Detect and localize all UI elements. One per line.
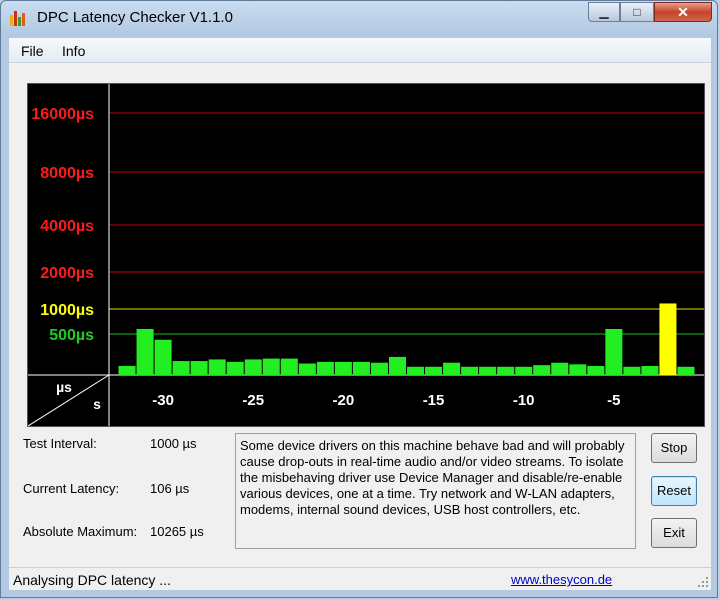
x-tick-label: -20 (333, 392, 355, 409)
latency-bar (497, 366, 515, 375)
latency-bar (352, 361, 370, 375)
menu-bar: File Info (9, 38, 711, 63)
latency-bar (479, 366, 497, 375)
x-tick-label: -10 (513, 392, 535, 409)
maximize-icon: □ (633, 5, 641, 19)
latency-bar (388, 356, 406, 375)
latency-bar (298, 363, 316, 375)
corner-label-s: s (93, 396, 101, 412)
minimize-button[interactable]: ▁ (588, 2, 620, 22)
resize-grip-icon[interactable] (697, 576, 709, 588)
title-bar[interactable]: DPC Latency Checker V1.1.0 ▁ □ ✕ (1, 1, 719, 35)
website-link[interactable]: www.thesycon.de (511, 572, 612, 587)
latency-bar (515, 366, 533, 375)
latency-bar (443, 362, 461, 375)
y-tick-label: 1000µs (40, 302, 94, 319)
y-tick-label: 16000µs (31, 106, 94, 123)
corner-label-us: µs (56, 379, 72, 395)
latency-bar (226, 361, 244, 375)
latency-bar (659, 303, 677, 375)
maximize-button[interactable]: □ (620, 2, 654, 22)
current-latency-label: Current Latency: (23, 481, 120, 496)
close-icon: ✕ (677, 4, 689, 20)
latency-bar (587, 365, 605, 375)
latency-bar (425, 366, 443, 375)
y-tick-label: 500µs (49, 327, 94, 344)
y-tick-label: 4000µs (40, 218, 94, 235)
latency-bar (569, 364, 587, 375)
info-message: Some device drivers on this machine beha… (235, 433, 636, 549)
latency-bar (172, 361, 190, 375)
latency-bar (262, 358, 280, 375)
latency-bar (623, 366, 641, 375)
x-tick-label: -15 (423, 392, 445, 409)
app-window: DPC Latency Checker V1.1.0 ▁ □ ✕ File In… (0, 0, 718, 598)
latency-chart: 16000µs 8000µs 4000µs 2000µs 1000µs 500µs µs s -… (27, 83, 705, 427)
latency-bar (316, 361, 334, 375)
reset-button[interactable]: Reset (651, 476, 697, 506)
message-line: the misbehaving driver use Device Manage… (240, 470, 623, 485)
menu-file[interactable]: File (21, 43, 44, 59)
latency-chart-svg: 16000µs 8000µs 4000µs 2000µs 1000µs 500µs µs s -… (27, 84, 704, 427)
test-interval-label: Test Interval: (23, 436, 97, 451)
latency-bar (677, 366, 695, 375)
window-title: DPC Latency Checker V1.1.0 (37, 9, 233, 26)
current-latency-value: 106 µs (150, 481, 190, 496)
latency-bar (461, 366, 479, 375)
x-tick-label: -5 (607, 392, 620, 409)
latency-bar (334, 361, 352, 375)
latency-bar (136, 329, 154, 375)
message-line: modems, internal sound devices, USB host… (240, 502, 581, 517)
status-bar: Analysing DPC latency ... www.thesycon.d… (9, 567, 711, 590)
latency-bar (407, 366, 425, 375)
close-button[interactable]: ✕ (654, 2, 712, 22)
y-tick-label: 2000µs (40, 265, 94, 282)
main-panel: 16000µs 8000µs 4000µs 2000µs 1000µs 500µs µs s -… (9, 63, 711, 590)
latency-bar (551, 362, 569, 375)
latency-bar (280, 358, 298, 375)
x-tick-label: -30 (152, 392, 174, 409)
absolute-maximum-value: 10265 µs (150, 524, 204, 539)
latency-bar (154, 339, 172, 375)
latency-bar (533, 365, 551, 375)
y-tick-label: 8000µs (40, 165, 94, 182)
latency-bar (605, 329, 623, 375)
latency-bar (118, 365, 136, 375)
absolute-maximum-label: Absolute Maximum: (23, 524, 138, 539)
menu-info[interactable]: Info (62, 43, 85, 59)
test-interval-value: 1000 µs (150, 436, 197, 451)
x-tick-label: -25 (242, 392, 264, 409)
latency-bar (208, 359, 226, 375)
app-icon (10, 11, 25, 26)
latency-bar (370, 362, 388, 375)
status-text: Analysing DPC latency ... (13, 572, 171, 588)
exit-button[interactable]: Exit (651, 518, 697, 548)
latency-bar (190, 361, 208, 375)
message-line: various devices, one at a time. Try netw… (240, 486, 615, 501)
latency-bar (244, 359, 262, 375)
minimize-icon: ▁ (599, 5, 609, 19)
latency-bar (641, 365, 659, 375)
stop-button[interactable]: Stop (651, 433, 697, 463)
message-line: Some device drivers on this machine beha… (240, 438, 625, 453)
message-line: cause drop-outs in real-time audio and/o… (240, 454, 624, 469)
